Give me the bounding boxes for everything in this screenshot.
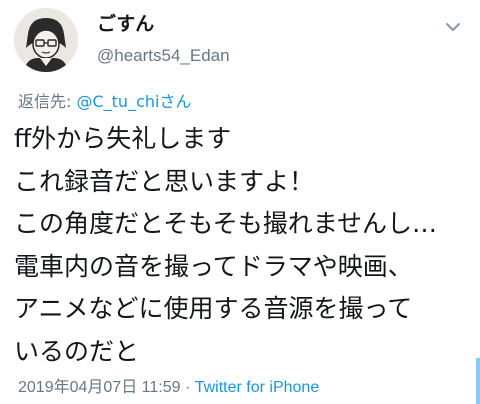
avatar-illustration-icon: [14, 8, 78, 72]
tweet-text-line: アニメなどに使用する音源を撮って: [14, 294, 413, 324]
meta-separator: ·: [180, 379, 195, 396]
reply-prefix: 返信先:: [18, 92, 77, 111]
reply-context: 返信先: @C_tu_chiさん: [18, 90, 191, 114]
tweet-card: ごすん @hearts54_Edan 返信先: @C_tu_chiさん ff外か…: [0, 0, 480, 404]
user-handle[interactable]: @hearts54_Edan: [97, 43, 230, 69]
tweet-meta: 2019年04月07日 11:59 · Twitter for iPhone: [18, 376, 319, 400]
tweet-text-line: ff外から失礼します: [14, 124, 232, 153]
reply-mention-link[interactable]: @C_tu_chiさん: [76, 92, 191, 111]
tweet-text-line: これ録音だと思いますよ！: [14, 166, 315, 196]
tweet-text: ff外から失礼します これ録音だと思いますよ！ この角度だとそもそも撮れませんし…: [14, 118, 474, 374]
display-name[interactable]: ごすん: [97, 10, 230, 38]
tweet-text-line: この角度だとそもそも撮れませんし…: [14, 209, 438, 239]
chevron-down-icon[interactable]: [444, 18, 462, 36]
scrollbar[interactable]: [476, 358, 480, 404]
tweet-text-line: 電車内の音を撮ってドラマや映画、: [14, 251, 413, 281]
avatar[interactable]: [14, 8, 78, 72]
tweet-text-line: いるのだと: [14, 336, 140, 366]
tweet-timestamp[interactable]: 2019年04月07日 11:59: [18, 379, 181, 396]
user-block[interactable]: ごすん @hearts54_Edan: [97, 10, 230, 69]
tweet-source-link[interactable]: Twitter for iPhone: [195, 379, 320, 396]
